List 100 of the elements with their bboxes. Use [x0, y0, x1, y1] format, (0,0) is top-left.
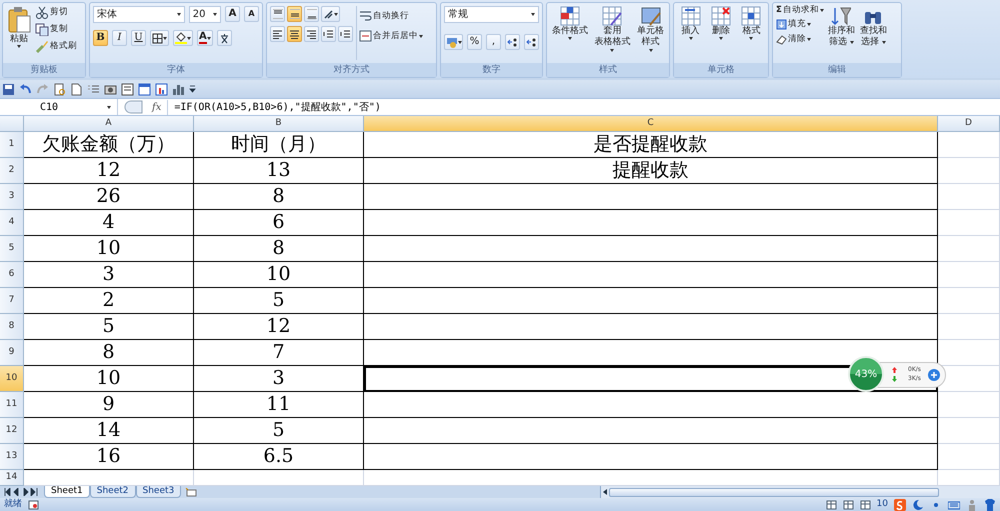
ribbon-button[interactable]: 单元格 样式	[636, 6, 666, 60]
phonetic-button[interactable]	[216, 30, 232, 46]
view-button[interactable]	[826, 500, 837, 510]
table-cell[interactable]	[364, 418, 938, 444]
column-header[interactable]: B	[194, 116, 364, 132]
font-color-button[interactable]: A	[197, 30, 213, 46]
table-cell[interactable]: 3	[24, 262, 194, 288]
table-cell[interactable]: 12	[194, 314, 364, 340]
horizontal-scrollbar[interactable]	[600, 486, 1000, 498]
ribbon-button[interactable]: 套用 表格格式	[593, 6, 632, 60]
table-cell[interactable]: 5	[24, 314, 194, 340]
decimal-button[interactable]	[524, 34, 539, 50]
ribbon-button[interactable]: 查找和 选择	[858, 6, 888, 60]
table-cell[interactable]: 6.5	[194, 444, 364, 470]
toolbar-button[interactable]	[155, 82, 168, 96]
align-button[interactable]	[287, 6, 302, 22]
underline-button[interactable]: U	[131, 30, 146, 46]
row-header[interactable]: 2	[0, 158, 24, 184]
table-cell[interactable]	[364, 262, 938, 288]
comma-button[interactable]: ,	[486, 34, 501, 50]
table-cell[interactable]: 6	[194, 210, 364, 236]
table-cell[interactable]: 26	[24, 184, 194, 210]
align-button[interactable]	[270, 26, 285, 42]
wrap-text-button[interactable]: 自动换行	[359, 10, 423, 22]
table-cell[interactable]: 16	[24, 444, 194, 470]
table-cell[interactable]: 10	[24, 236, 194, 262]
sheet-tab[interactable]: Sheet1	[44, 486, 90, 498]
row-header[interactable]: 8	[0, 314, 24, 340]
table-cell[interactable]: 2	[24, 288, 194, 314]
row-header[interactable]: 13	[0, 444, 24, 470]
orientation-button[interactable]	[321, 6, 340, 22]
row-header[interactable]: 7	[0, 288, 24, 314]
toolbar-button[interactable]	[87, 82, 100, 96]
align-button[interactable]	[304, 26, 319, 42]
ribbon-button[interactable]: Σ 自动求和	[776, 6, 824, 14]
indent-button[interactable]	[338, 26, 353, 42]
column-header[interactable]: C	[364, 116, 938, 132]
insert-function-button[interactable]: fx	[144, 100, 168, 114]
table-cell[interactable]: 12	[24, 158, 194, 184]
align-button[interactable]	[304, 6, 319, 22]
table-cell[interactable]: 14	[24, 418, 194, 444]
ribbon-button[interactable]: 排序和 筛选	[826, 6, 856, 60]
row-header[interactable]: 12	[0, 418, 24, 444]
percent-button[interactable]: %	[467, 34, 482, 50]
table-cell[interactable]: 8	[24, 340, 194, 366]
indent-button[interactable]	[321, 26, 336, 42]
row-header[interactable]: 10	[0, 366, 24, 392]
name-box[interactable]: C10	[0, 99, 118, 115]
view-button[interactable]	[860, 500, 871, 510]
toolbar-button[interactable]	[70, 82, 83, 96]
font-name-field[interactable]: 宋体	[93, 6, 185, 23]
align-button[interactable]	[270, 6, 285, 22]
table-cell[interactable]: 4	[24, 210, 194, 236]
table-cell[interactable]	[364, 314, 938, 340]
table-cell[interactable]: 时间（月）	[194, 132, 364, 158]
table-cell[interactable]: 5	[194, 288, 364, 314]
toolbar-button[interactable]	[138, 82, 151, 96]
ribbon-button[interactable]: 条件格式	[550, 6, 589, 60]
toolbar-button[interactable]	[104, 82, 117, 96]
table-cell[interactable]: 10	[194, 262, 364, 288]
table-cell[interactable]: 是否提醒收款	[364, 132, 938, 158]
ribbon-button[interactable]: 格式	[740, 6, 762, 60]
scroll-thumb[interactable]	[609, 488, 939, 496]
table-cell[interactable]	[364, 392, 938, 418]
toolbar-button[interactable]	[2, 82, 15, 96]
table-cell[interactable]: 13	[194, 158, 364, 184]
table-cell[interactable]: 7	[194, 340, 364, 366]
ribbon-button[interactable]: 填充	[776, 18, 824, 30]
ribbon-button[interactable]: 清除	[776, 34, 824, 44]
table-cell[interactable]: 9	[24, 392, 194, 418]
toolbar-button[interactable]	[172, 82, 185, 96]
ribbon-button[interactable]: 删除	[710, 6, 732, 60]
decimal-button[interactable]	[505, 34, 520, 50]
zoom-level[interactable]: 10	[876, 498, 888, 511]
italic-button[interactable]: I	[112, 30, 127, 46]
merge-center-button[interactable]: 合并后居中	[359, 30, 423, 42]
table-cell[interactable]: 3	[194, 366, 364, 392]
table-cell[interactable]	[364, 444, 938, 470]
align-button[interactable]	[287, 26, 302, 42]
row-header[interactable]: 14	[0, 470, 24, 486]
table-cell[interactable]: 8	[194, 236, 364, 262]
row-header[interactable]: 4	[0, 210, 24, 236]
row-header[interactable]: 9	[0, 340, 24, 366]
table-cell[interactable]: 10	[24, 366, 194, 392]
table-cell[interactable]	[364, 210, 938, 236]
toolbar-button[interactable]: 格式刷	[35, 40, 77, 53]
toolbar-button[interactable]: 复制	[35, 23, 77, 36]
row-header[interactable]: 6	[0, 262, 24, 288]
table-cell[interactable]: 提醒收款	[364, 158, 938, 184]
toolbar-button[interactable]: 剪切	[35, 6, 77, 19]
toolbar-button[interactable]	[19, 82, 32, 96]
row-header[interactable]: 3	[0, 184, 24, 210]
table-cell[interactable]: 11	[194, 392, 364, 418]
table-cell[interactable]	[364, 288, 938, 314]
font-size-field[interactable]: 20	[188, 6, 221, 23]
table-cell[interactable]: 5	[194, 418, 364, 444]
grow-font-button[interactable]: A	[225, 6, 240, 22]
table-cell[interactable]	[364, 236, 938, 262]
fill-color-button[interactable]	[173, 30, 193, 46]
column-header[interactable]: D	[938, 116, 1000, 132]
